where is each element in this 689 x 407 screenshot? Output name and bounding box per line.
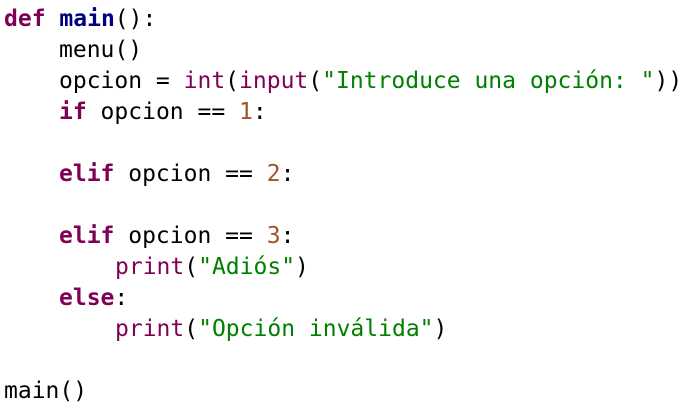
keyword-def: def	[4, 6, 46, 32]
code-punct: )	[433, 316, 448, 342]
code-punct: :	[280, 161, 295, 187]
code-line-2: menu()	[4, 35, 689, 66]
code-text: opcion ==	[86, 99, 240, 125]
string-literal: "Adiós"	[198, 254, 296, 280]
code-text: opcion =	[59, 68, 184, 94]
string-literal: "Opción inválida"	[198, 316, 434, 342]
function-name: main	[59, 6, 115, 32]
code-punct: ))	[654, 68, 683, 94]
code-punct: (	[184, 316, 199, 342]
code-line-10: else:	[4, 283, 689, 314]
code-text: menu()	[59, 37, 143, 63]
code-text: opcion ==	[114, 223, 267, 249]
code-punct: (	[308, 68, 323, 94]
code-punct: ():	[114, 6, 157, 32]
code-line-1: def main():	[4, 4, 689, 35]
code-editor[interactable]: def main(): menu() opcion = int(input("I…	[0, 0, 689, 405]
number-literal: 2	[266, 161, 281, 187]
number-literal: 1	[239, 99, 253, 125]
keyword-else: else	[59, 285, 115, 311]
keyword-elif: elif	[59, 161, 115, 187]
keyword-elif: elif	[59, 223, 115, 249]
number-literal: 3	[266, 223, 281, 249]
code-punct: (	[225, 68, 240, 94]
code-punct: (	[184, 254, 199, 280]
code-text: opcion ==	[114, 161, 267, 187]
code-line-9: print("Adiós")	[4, 252, 689, 283]
code-line-3: opcion = int(input("Introduce una opción…	[4, 66, 689, 97]
code-punct: )	[295, 254, 309, 280]
string-literal: "Introduce una opción: "	[322, 68, 655, 94]
code-punct: :	[280, 223, 295, 249]
builtin-print: print	[115, 316, 185, 342]
keyword-if: if	[59, 99, 87, 125]
code-text: main()	[4, 378, 88, 404]
builtin-print: print	[115, 254, 185, 280]
code-line-11: print("Opción inválida")	[4, 314, 689, 345]
code-line-8: elif opcion == 3:	[4, 221, 689, 252]
code-line-4: if opcion == 1:	[4, 97, 689, 128]
code-punct: :	[114, 285, 129, 311]
code-line-6: elif opcion == 2:	[4, 159, 689, 190]
code-punct: :	[252, 99, 267, 125]
builtin-input: input	[239, 68, 309, 94]
builtin-int: int	[183, 68, 226, 94]
code-line-13: main()	[4, 376, 689, 407]
